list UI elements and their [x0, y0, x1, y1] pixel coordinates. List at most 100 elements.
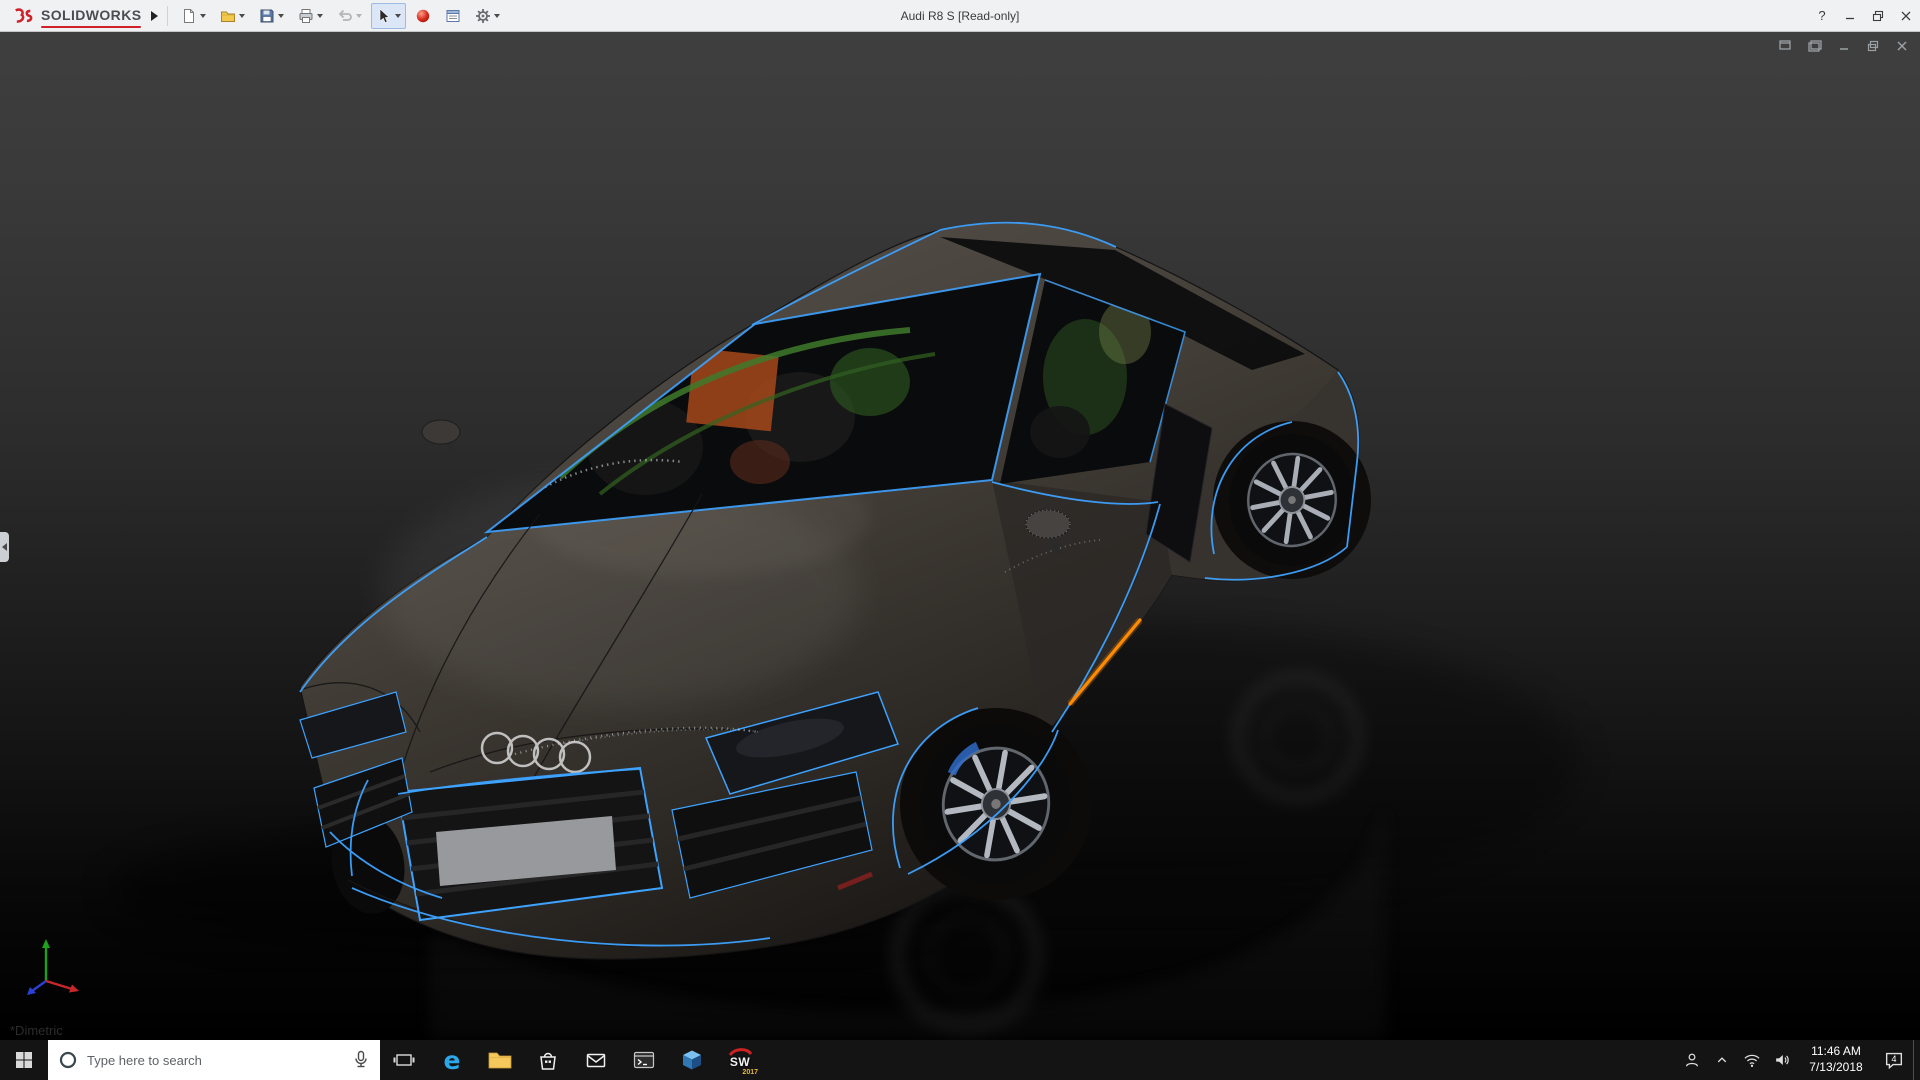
options-button[interactable]: [470, 3, 505, 29]
triad-icon: [16, 929, 88, 1001]
file-explorer-icon: [487, 1049, 513, 1071]
dropdown-caret-icon: [356, 14, 362, 18]
search-input[interactable]: [87, 1053, 343, 1068]
people-button[interactable]: [1677, 1040, 1707, 1080]
clock-date: 7/13/2018: [1797, 1060, 1875, 1076]
volume-icon: [1772, 1050, 1792, 1070]
toolbar-divider: [167, 6, 168, 26]
people-icon: [1682, 1050, 1702, 1070]
document-window-controls: [1776, 37, 1912, 55]
featuremanager-collapsed-tab[interactable]: [0, 532, 9, 562]
close-button[interactable]: [1892, 0, 1920, 31]
dropdown-caret-icon: [278, 14, 284, 18]
network-button[interactable]: [1737, 1040, 1767, 1080]
window-title: Audi R8 S [Read-only]: [901, 0, 1020, 32]
solidworks-icon-year: 2017: [742, 1069, 758, 1076]
taskbar-store-button[interactable]: [524, 1040, 572, 1080]
close-icon: [1900, 10, 1912, 22]
windows-start-icon: [15, 1051, 33, 1069]
document-restore-button[interactable]: [1863, 37, 1883, 55]
cortana-icon: [58, 1050, 78, 1070]
clock-time: 11:46 AM: [1797, 1044, 1875, 1060]
document-close-button[interactable]: [1892, 37, 1912, 55]
expand-arrow-icon: [2, 543, 7, 551]
view-orientation-label: *Dimetric: [10, 1023, 63, 1038]
dassault-3ds-logo-icon: [10, 7, 36, 25]
dropdown-caret-icon: [494, 14, 500, 18]
show-desktop-button[interactable]: [1913, 1040, 1920, 1080]
taskbar-edrawings-button[interactable]: [668, 1040, 716, 1080]
taskbar-search[interactable]: [48, 1040, 380, 1080]
task-view-button[interactable]: [380, 1040, 428, 1080]
store-bag-icon: [536, 1048, 560, 1072]
minimize-button[interactable]: [1836, 0, 1864, 31]
system-tray: 11:46 AM 7/13/2018 4: [1677, 1040, 1920, 1080]
child-window-icon: [1778, 39, 1794, 53]
appearances-button[interactable]: [410, 3, 436, 29]
open-button[interactable]: [215, 3, 250, 29]
edge-icon: e: [444, 1048, 461, 1073]
taskbar: e: [0, 1040, 1920, 1080]
flyout-arrow-icon: [151, 11, 158, 21]
file-properties-button[interactable]: [440, 3, 466, 29]
notification-badge: 4: [1891, 1054, 1896, 1064]
volume-button[interactable]: [1767, 1040, 1797, 1080]
chevron-up-icon: [1713, 1051, 1731, 1069]
screen: SOLIDWORKS: [0, 0, 1920, 1080]
side-mirror-left[interactable]: [422, 420, 460, 462]
maximize-button[interactable]: [1864, 0, 1892, 31]
taskbar-solidworks-button[interactable]: SW 2017: [716, 1040, 764, 1080]
orientation-triad: [16, 929, 88, 1006]
maximize-icon: [1872, 10, 1884, 22]
mail-envelope-icon: [584, 1048, 608, 1072]
document-minimize-button[interactable]: [1834, 37, 1854, 55]
child-window-icon: [1807, 39, 1823, 53]
command-window-icon: [632, 1048, 656, 1072]
action-center-button[interactable]: 4: [1875, 1040, 1913, 1080]
solidworks-brand: SOLIDWORKS: [0, 0, 145, 31]
doc-minimize-icon: [1837, 39, 1851, 53]
taskbar-mail-button[interactable]: [572, 1040, 620, 1080]
start-button[interactable]: [0, 1040, 48, 1080]
dropdown-caret-icon: [239, 14, 245, 18]
file-properties-icon: [445, 8, 461, 24]
appearances-sphere-icon: [415, 8, 431, 24]
dropdown-caret-icon: [395, 14, 401, 18]
task-view-icon: [392, 1048, 416, 1072]
solidworks-icon-label: SW: [730, 1055, 750, 1069]
undo-button[interactable]: [332, 3, 367, 29]
menu-flyout-arrow[interactable]: [145, 3, 163, 29]
dropdown-caret-icon: [200, 14, 206, 18]
options-gear-icon: [475, 8, 491, 24]
taskbar-console-button[interactable]: [620, 1040, 668, 1080]
doc-close-icon: [1895, 39, 1909, 53]
window-controls: ?: [1808, 0, 1920, 31]
minimize-icon: [1844, 10, 1856, 22]
help-button[interactable]: ?: [1808, 0, 1836, 31]
car-3d-model[interactable]: [110, 222, 1580, 1040]
open-folder-icon: [220, 8, 236, 24]
dropdown-caret-icon: [317, 14, 323, 18]
titlebar: SOLIDWORKS: [0, 0, 1920, 32]
show-hidden-icons-button[interactable]: [1707, 1040, 1737, 1080]
select-cursor-icon: [376, 8, 392, 24]
print-icon: [298, 8, 314, 24]
print-button[interactable]: [293, 3, 328, 29]
undo-arrow-icon: [337, 8, 353, 24]
quick-access-toolbar: [176, 3, 505, 29]
model-canvas[interactable]: [0, 32, 1920, 1040]
new-document-button[interactable]: [176, 3, 211, 29]
taskbar-clock[interactable]: 11:46 AM 7/13/2018: [1797, 1044, 1875, 1075]
new-document-icon: [181, 8, 197, 24]
graphics-area[interactable]: *Dimetric: [0, 32, 1920, 1040]
save-button[interactable]: [254, 3, 289, 29]
child-window-button-1[interactable]: [1776, 37, 1796, 55]
doc-restore-icon: [1866, 39, 1880, 53]
taskbar-edge-button[interactable]: e: [428, 1040, 476, 1080]
microphone-icon[interactable]: [352, 1050, 370, 1070]
select-tool-button[interactable]: [371, 3, 406, 29]
save-floppy-icon: [259, 8, 275, 24]
taskbar-file-explorer-button[interactable]: [476, 1040, 524, 1080]
child-window-button-2[interactable]: [1805, 37, 1825, 55]
brand-text: SOLIDWORKS: [41, 7, 141, 23]
